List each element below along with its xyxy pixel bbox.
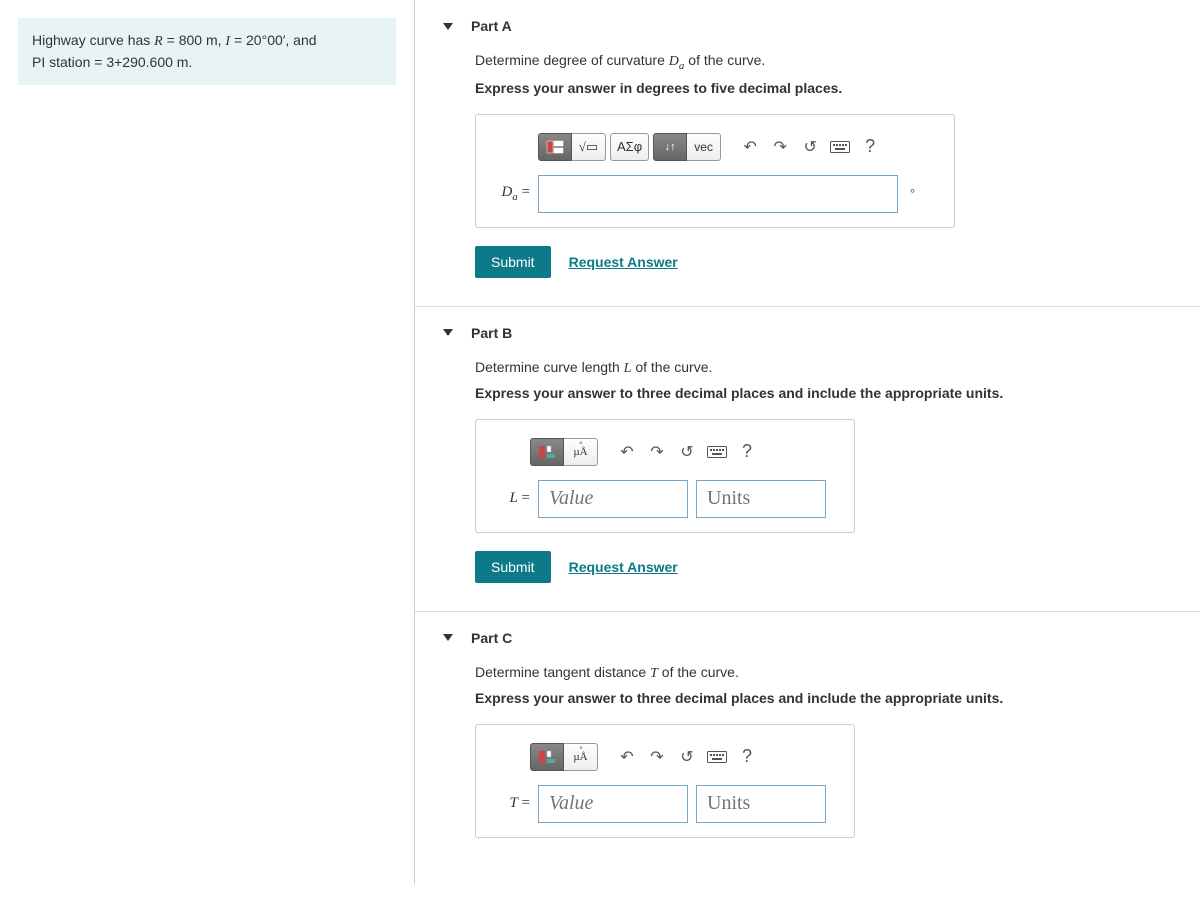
prompt-text: of the curve. — [684, 52, 765, 68]
part-b-instruction: Express your answer to three decimal pla… — [475, 385, 1200, 401]
problem-statement: Highway curve has R = 800 m, I = 20°00′,… — [18, 18, 396, 85]
math-toolbar: √▭ ΑΣφ ↓↑ vec ↶ ↷ ↺ — [538, 133, 940, 161]
part-b-header[interactable]: Part B — [415, 307, 1200, 359]
part-a-body: Determine degree of curvature Da of the … — [415, 52, 1200, 278]
prompt-var: T — [650, 666, 658, 681]
part-c-body: Determine tangent distance T of the curv… — [415, 664, 1200, 856]
part-c-prompt: Determine tangent distance T of the curv… — [475, 664, 1200, 682]
part-a-actions: Submit Request Answer — [475, 246, 1200, 278]
part-b-answer-box: µÅ° ↶ ↷ ↺ ? L = — [475, 419, 855, 533]
problem-text: PI station = 3+290.600 m. — [32, 54, 192, 70]
part-c-units-input[interactable] — [696, 785, 826, 823]
part-c-var-label: T = — [490, 795, 530, 812]
greek-button[interactable]: ΑΣφ — [610, 133, 649, 161]
part-a-instruction: Express your answer in degrees to five d… — [475, 80, 1200, 96]
sqrt-icon[interactable]: √▭ — [572, 133, 606, 161]
part-b-actions: Submit Request Answer — [475, 551, 1200, 583]
parts-panel: Part A Determine degree of curvature Da … — [415, 0, 1200, 884]
undo-icon[interactable]: ↶ — [614, 744, 640, 770]
submit-button[interactable]: Submit — [475, 551, 551, 583]
part-c: Part C Determine tangent distance T of t… — [415, 611, 1200, 884]
collapse-icon — [443, 23, 453, 30]
template-icon[interactable] — [530, 438, 564, 466]
part-c-header[interactable]: Part C — [415, 612, 1200, 664]
page-container: Highway curve has R = 800 m, I = 20°00′,… — [0, 0, 1200, 884]
part-c-answer-box: µÅ° ↶ ↷ ↺ ? T = — [475, 724, 855, 838]
part-c-instruction: Express your answer to three decimal pla… — [475, 690, 1200, 706]
submit-button[interactable]: Submit — [475, 246, 551, 278]
part-a-value-input[interactable] — [538, 175, 898, 213]
part-b: Part B Determine curve length L of the c… — [415, 306, 1200, 611]
problem-text: = 800 m, — [163, 32, 226, 48]
part-title: Part B — [471, 325, 512, 341]
redo-icon[interactable]: ↷ — [644, 439, 670, 465]
prompt-var: D — [669, 54, 679, 69]
redo-icon[interactable]: ↷ — [644, 744, 670, 770]
request-answer-link[interactable]: Request Answer — [569, 254, 678, 270]
help-icon[interactable]: ? — [734, 744, 760, 770]
template-icon[interactable] — [538, 133, 572, 161]
problem-text: Highway curve has — [32, 32, 154, 48]
collapse-icon — [443, 329, 453, 336]
template-icon[interactable] — [530, 743, 564, 771]
problem-var-r: R — [154, 34, 163, 49]
keyboard-icon[interactable] — [704, 439, 730, 465]
part-c-input-row: T = — [490, 785, 840, 823]
problem-text: = 20°00′, and — [230, 32, 316, 48]
prompt-text: Determine tangent distance — [475, 664, 650, 680]
prompt-text: Determine curve length — [475, 359, 624, 375]
reset-icon[interactable]: ↺ — [797, 134, 823, 160]
part-title: Part C — [471, 630, 512, 646]
units-toolbar: µÅ° ↶ ↷ ↺ ? — [530, 438, 840, 466]
help-icon[interactable]: ? — [857, 134, 883, 160]
prompt-text: of the curve. — [658, 664, 739, 680]
request-answer-link[interactable]: Request Answer — [569, 559, 678, 575]
part-a-header[interactable]: Part A — [415, 0, 1200, 52]
vec-button[interactable]: vec — [687, 133, 721, 161]
part-a: Part A Determine degree of curvature Da … — [415, 0, 1200, 306]
angstrom-icon[interactable]: µÅ° — [564, 743, 598, 771]
redo-icon[interactable]: ↷ — [767, 134, 793, 160]
keyboard-icon[interactable] — [827, 134, 853, 160]
part-a-input-row: Da = ° — [490, 175, 940, 213]
part-b-body: Determine curve length L of the curve. E… — [415, 359, 1200, 583]
undo-icon[interactable]: ↶ — [614, 439, 640, 465]
undo-icon[interactable]: ↶ — [737, 134, 763, 160]
degree-symbol: ° — [910, 186, 915, 201]
part-a-var-label: Da = — [490, 184, 530, 203]
part-a-answer-box: √▭ ΑΣφ ↓↑ vec ↶ ↷ ↺ — [475, 114, 955, 228]
reset-icon[interactable]: ↺ — [674, 744, 700, 770]
keyboard-icon[interactable] — [704, 744, 730, 770]
part-b-units-input[interactable] — [696, 480, 826, 518]
prompt-text: Determine degree of curvature — [475, 52, 669, 68]
part-title: Part A — [471, 18, 512, 34]
units-toolbar: µÅ° ↶ ↷ ↺ ? — [530, 743, 840, 771]
reset-icon[interactable]: ↺ — [674, 439, 700, 465]
collapse-icon — [443, 634, 453, 641]
problem-panel: Highway curve has R = 800 m, I = 20°00′,… — [0, 0, 415, 884]
part-b-input-row: L = — [490, 480, 840, 518]
part-c-value-input[interactable] — [538, 785, 688, 823]
angstrom-icon[interactable]: µÅ° — [564, 438, 598, 466]
arrows-icon[interactable]: ↓↑ — [653, 133, 687, 161]
part-b-prompt: Determine curve length L of the curve. — [475, 359, 1200, 377]
part-b-value-input[interactable] — [538, 480, 688, 518]
part-a-prompt: Determine degree of curvature Da of the … — [475, 52, 1200, 72]
help-icon[interactable]: ? — [734, 439, 760, 465]
prompt-text: of the curve. — [631, 359, 712, 375]
part-b-var-label: L = — [490, 490, 530, 507]
